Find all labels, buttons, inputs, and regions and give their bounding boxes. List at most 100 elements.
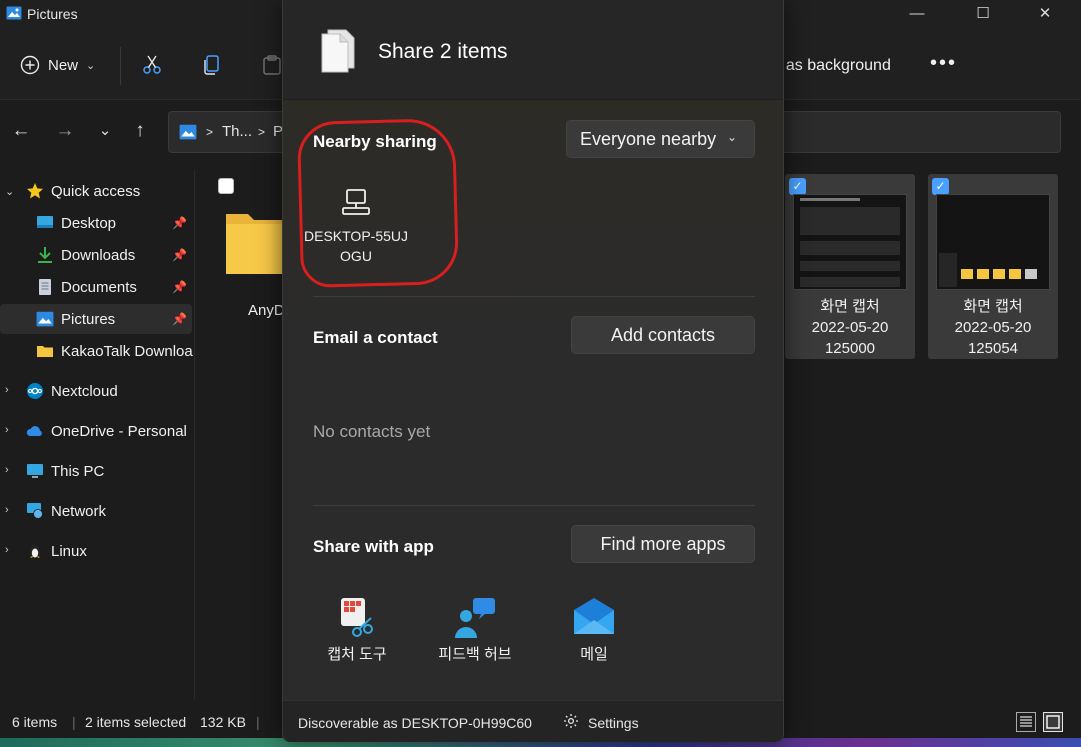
image-item[interactable]: ✓ 화면 캡처 2022-05-20 125054	[928, 174, 1058, 359]
image-date: 2022-05-20	[811, 319, 889, 336]
selected-count: 2 items selected	[85, 714, 187, 730]
section-divider	[313, 296, 755, 297]
app-feedback-hub[interactable]: 피드백 허브	[420, 596, 530, 666]
pictures-app-icon	[6, 6, 22, 20]
app-name: 메일	[580, 646, 608, 663]
minimize-button[interactable]: —	[906, 4, 928, 24]
window-title: Pictures	[27, 6, 78, 22]
paste-icon[interactable]	[261, 54, 283, 76]
nextcloud-icon	[27, 383, 43, 399]
pin-icon: 📌	[172, 216, 187, 230]
mail-icon	[574, 598, 614, 634]
chevron-right-icon[interactable]: ›	[5, 544, 9, 556]
share-dialog: Share 2 items Nearby sharing Everyone ne…	[282, 0, 784, 742]
desktop-icon	[37, 216, 53, 228]
no-contacts-message: No contacts yet	[313, 422, 431, 441]
documents-stack-icon	[321, 29, 355, 73]
sidebar-item-label: Documents	[61, 278, 137, 296]
chevron-right-icon[interactable]: ›	[5, 464, 9, 476]
folder-icon	[226, 214, 286, 274]
chevron-right-icon[interactable]: ›	[5, 384, 9, 396]
image-thumbnail	[793, 194, 907, 290]
pc-icon	[27, 464, 43, 478]
selection-checkbox[interactable]	[218, 178, 234, 194]
large-icons-view-button[interactable]	[1043, 712, 1063, 732]
recent-locations-button[interactable]: ⌄	[94, 120, 116, 142]
share-header: Share 2 items	[283, 0, 783, 100]
close-button[interactable]: ✕	[1034, 4, 1056, 24]
sidebar-item-network[interactable]: › Network	[0, 496, 192, 526]
sidebar-item-kakaotalk-downloads[interactable]: KakaoTalk Downloa	[0, 336, 193, 366]
image-caption: 화면 캡처 2022-05-20 125000	[785, 296, 915, 359]
image-time: 125054	[967, 340, 1019, 357]
sidebar-item-this-pc[interactable]: › This PC	[0, 456, 192, 486]
breadcrumb-separator: >	[206, 125, 214, 139]
selection-checkbox-checked[interactable]: ✓	[789, 178, 806, 195]
feedback-hub-icon	[455, 598, 495, 638]
nearby-sharing-dropdown[interactable]: Everyone nearby ⌄	[566, 120, 755, 158]
navigation-pane: ⌄ Quick access Desktop 📌 Downloads 📌 Doc…	[0, 170, 195, 700]
sidebar-item-label: Pictures	[61, 310, 116, 328]
image-item[interactable]: ✓ 화면 캡처 2022-05-20 125000	[785, 174, 915, 359]
sidebar-item-label: This PC	[51, 462, 105, 480]
selected-size: 132 KB	[200, 714, 246, 730]
sidebar-item-linux[interactable]: › Linux	[0, 536, 192, 566]
item-count: 6 items	[12, 714, 58, 730]
chevron-right-icon[interactable]: ›	[5, 424, 9, 436]
chevron-down-icon[interactable]: ⌄	[5, 185, 14, 198]
breadcrumb-this-pc[interactable]: Th...	[222, 123, 252, 140]
pictures-icon	[36, 311, 54, 327]
sidebar-item-quick-access[interactable]: ⌄ Quick access	[0, 176, 192, 206]
discoverable-as-text: Discoverable as DESKTOP-0H99C60	[298, 715, 532, 731]
sidebar-item-onedrive[interactable]: › OneDrive - Personal	[0, 416, 192, 446]
sidebar-item-label: Nextcloud	[51, 382, 118, 400]
star-icon	[27, 183, 43, 199]
list-view-icon	[1020, 716, 1032, 727]
chevron-right-icon[interactable]: ›	[5, 504, 9, 516]
image-date: 2022-05-20	[954, 319, 1032, 336]
settings-link[interactable]: Settings	[588, 715, 639, 731]
set-as-background-button[interactable]: t as background	[777, 57, 891, 75]
sidebar-item-nextcloud[interactable]: › Nextcloud	[0, 376, 192, 406]
add-contacts-button[interactable]: Add contacts	[571, 316, 755, 354]
app-name: 캡처 도구	[327, 646, 387, 663]
more-options-button[interactable]: •••	[930, 52, 957, 75]
pin-icon: 📌	[172, 312, 187, 326]
cut-icon[interactable]	[141, 54, 163, 76]
network-icon	[27, 503, 43, 519]
copy-icon[interactable]	[201, 54, 223, 76]
onedrive-icon	[26, 426, 42, 436]
toolbar-divider	[120, 47, 121, 85]
sidebar-item-documents[interactable]: Documents 📌	[0, 272, 192, 302]
image-name: 화면 캡처	[820, 298, 880, 315]
status-separator: |	[256, 714, 260, 730]
sidebar-item-label: OneDrive - Personal	[51, 422, 187, 440]
sidebar-item-label: Linux	[51, 542, 87, 560]
download-icon	[38, 247, 52, 263]
breadcrumb-separator: >	[258, 125, 266, 139]
red-annotation-circle	[296, 117, 460, 289]
back-button[interactable]: ←	[10, 120, 32, 142]
pin-icon: 📌	[172, 280, 187, 294]
image-caption: 화면 캡처 2022-05-20 125054	[928, 296, 1058, 359]
up-button[interactable]: ↑	[129, 120, 151, 142]
app-snipping-tool[interactable]: 캡처 도구	[302, 596, 412, 666]
sidebar-item-downloads[interactable]: Downloads 📌	[0, 240, 192, 270]
share-footer: Discoverable as DESKTOP-0H99C60 Settings	[283, 700, 783, 742]
sidebar-item-desktop[interactable]: Desktop 📌	[0, 208, 192, 238]
maximize-button[interactable]: ☐	[972, 4, 994, 24]
image-thumbnail	[936, 194, 1050, 290]
section-divider	[313, 505, 755, 506]
dropdown-value: Everyone nearby	[580, 129, 717, 149]
new-button[interactable]: New ⌄	[20, 55, 95, 75]
selection-checkbox-checked[interactable]: ✓	[932, 178, 949, 195]
gear-icon[interactable]	[563, 713, 579, 729]
find-more-apps-button[interactable]: Find more apps	[571, 525, 755, 563]
details-view-button[interactable]	[1016, 712, 1036, 732]
forward-button[interactable]: →	[54, 120, 76, 142]
sidebar-item-pictures[interactable]: Pictures 📌	[0, 304, 192, 334]
snipping-tool-icon	[341, 598, 373, 637]
app-mail[interactable]: 메일	[539, 596, 649, 666]
document-icon	[39, 279, 51, 295]
sidebar-item-label: Downloads	[61, 246, 136, 264]
